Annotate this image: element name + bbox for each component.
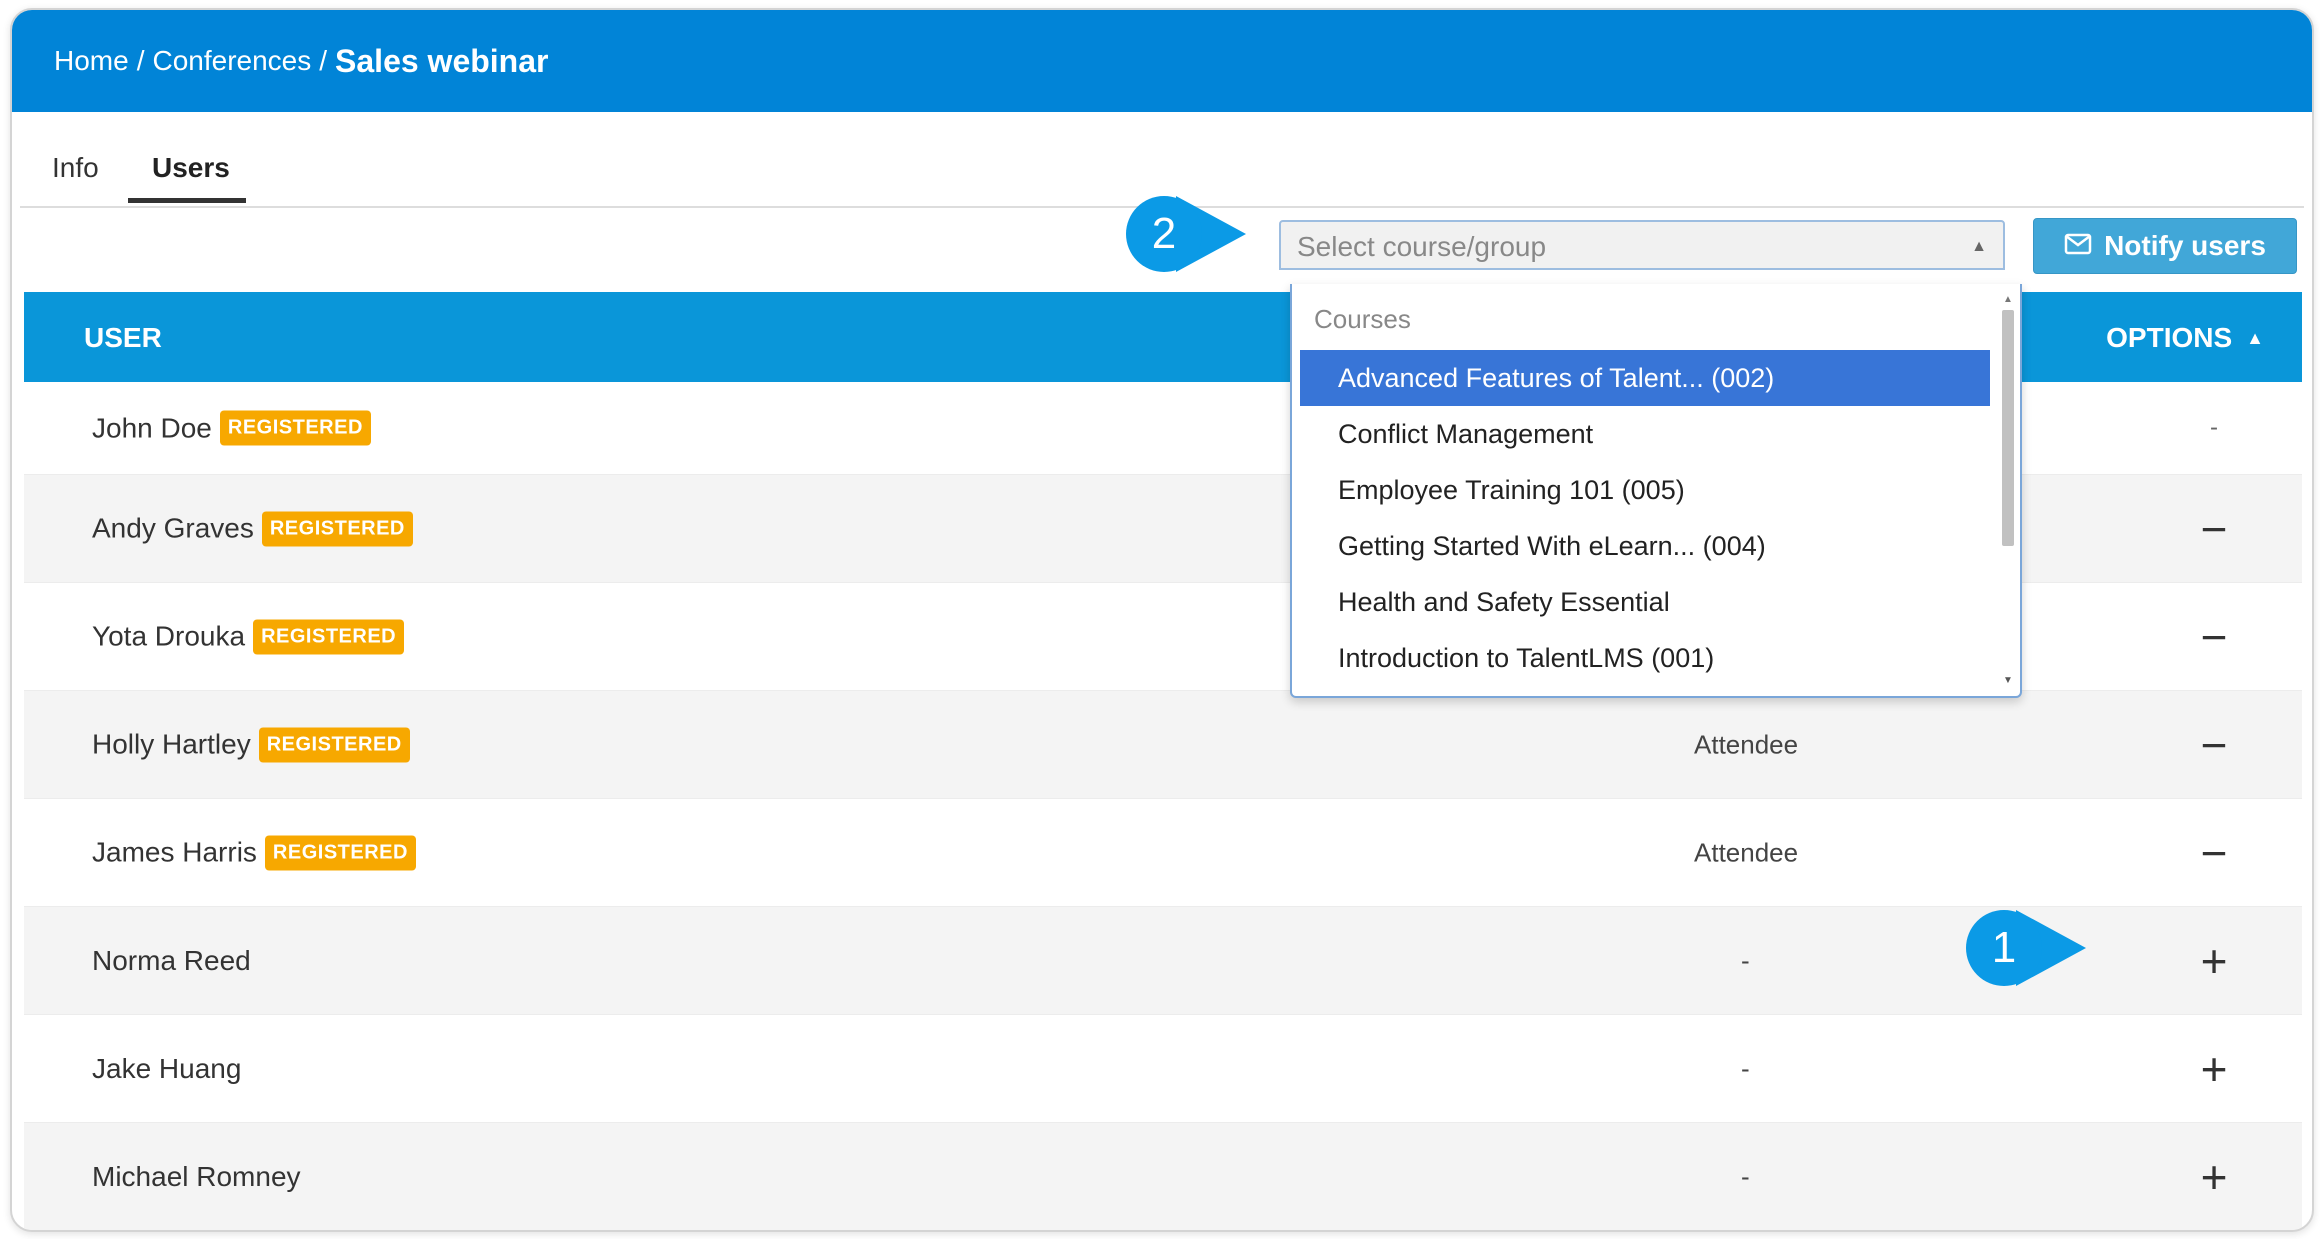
user-name[interactable]: Andy Graves (92, 513, 254, 545)
sort-up-icon: ▲ (2246, 327, 2264, 348)
table-row: Norma Reed - + (24, 907, 2302, 1015)
user-name[interactable]: Michael Romney (92, 1161, 301, 1193)
callout-marker-1: 1 (1966, 910, 2086, 986)
scroll-up-icon[interactable]: ▲ (2003, 294, 2013, 305)
user-name-cell: Andy Graves REGISTERED (92, 511, 413, 546)
remove-user-icon[interactable]: − (2194, 830, 2234, 876)
table-row: Jake Huang - + (24, 1015, 2302, 1123)
tab-bar: Info Users (20, 112, 2304, 208)
column-header-user[interactable]: USER (84, 322, 162, 354)
scrollbar-thumb[interactable] (2002, 310, 2014, 546)
callout-marker-2: 2 (1126, 196, 1246, 272)
scroll-down-icon[interactable]: ▼ (2003, 675, 2013, 686)
options-label: OPTIONS (2106, 322, 2233, 353)
remove-user-icon[interactable]: − (2194, 506, 2234, 552)
dropdown-options: Advanced Features of Talent... (002) Con… (1300, 350, 1990, 686)
course-group-select[interactable]: Select course/group ▲ (1279, 220, 2005, 270)
breadcrumb-home[interactable]: Home (54, 45, 129, 77)
breadcrumb-separator: / (136, 45, 145, 76)
user-role: - (1741, 945, 1750, 975)
select-placeholder: Select course/group (1297, 231, 1547, 262)
user-name[interactable]: Holly Hartley (92, 729, 251, 761)
envelope-icon (2064, 230, 2092, 262)
user-role: Attendee (1694, 837, 1799, 867)
registered-badge: REGISTERED (261, 511, 413, 546)
registered-badge: REGISTERED (264, 835, 416, 870)
tab-users[interactable]: Users (152, 152, 230, 184)
dropdown-option[interactable]: Conflict Management (1300, 406, 1990, 462)
add-user-icon[interactable]: + (2194, 1046, 2234, 1092)
user-name[interactable]: John Doe (92, 412, 212, 444)
user-name[interactable]: James Harris (92, 837, 257, 869)
callout-number: 2 (1126, 196, 1202, 272)
breadcrumb-separator: / (319, 45, 328, 76)
table-row: Michael Romney - + (24, 1123, 2302, 1230)
table-row: Holly Hartley REGISTERED Attendee − (24, 691, 2302, 799)
user-role: - (1741, 1161, 1750, 1191)
column-header-options[interactable]: OPTIONS ▲ (2106, 322, 2264, 354)
active-tab-indicator (128, 198, 246, 203)
course-group-dropdown: Courses Advanced Features of Talent... (… (1290, 284, 2022, 698)
notify-users-button[interactable]: Notify users (2033, 218, 2297, 274)
remove-user-icon[interactable]: − (2194, 614, 2234, 660)
page-title: Sales webinar (335, 42, 549, 79)
dropdown-option[interactable]: Employee Training 101 (005) (1300, 462, 1990, 518)
table-row: James Harris REGISTERED Attendee − (24, 799, 2302, 907)
dropdown-option[interactable]: Advanced Features of Talent... (002) (1300, 350, 1990, 406)
user-name[interactable]: Norma Reed (92, 945, 251, 977)
user-name-cell: Norma Reed (92, 945, 251, 977)
notify-users-label: Notify users (2104, 230, 2266, 261)
add-user-icon[interactable]: + (2194, 938, 2234, 984)
user-name[interactable]: Jake Huang (92, 1053, 241, 1085)
dropdown-option[interactable]: Health and Safety Essential (1300, 574, 1990, 630)
user-name-cell: Jake Huang (92, 1053, 241, 1085)
top-bar: Home / Conferences / Sales webinar (12, 10, 2312, 112)
user-name-cell: John Doe REGISTERED (92, 410, 371, 446)
dropdown-option[interactable]: Introduction to TalentLMS (001) (1300, 630, 1990, 686)
app-window: Home / Conferences / Sales webinar Info … (10, 8, 2314, 1232)
user-name-cell: Yota Drouka REGISTERED (92, 619, 405, 654)
registered-badge: REGISTERED (253, 619, 405, 654)
dropdown-option[interactable]: Getting Started With eLearn... (004) (1300, 518, 1990, 574)
user-role: - (1741, 1053, 1750, 1083)
registered-badge: REGISTERED (219, 410, 371, 446)
callout-number: 1 (1966, 910, 2042, 986)
user-name[interactable]: Yota Drouka (92, 621, 245, 653)
dropdown-group-label: Courses (1314, 304, 1411, 334)
breadcrumb-conferences[interactable]: Conferences (152, 45, 311, 77)
remove-user-icon[interactable]: − (2194, 722, 2234, 768)
user-role: Attendee (1694, 729, 1799, 759)
registered-badge: REGISTERED (258, 727, 410, 762)
option-none: - (2210, 414, 2218, 441)
dropdown-scrollbar[interactable]: ▲ ▼ (2000, 292, 2016, 688)
caret-up-icon: ▲ (1971, 238, 1987, 255)
user-name-cell: Michael Romney (92, 1161, 301, 1193)
tab-info[interactable]: Info (52, 152, 99, 184)
user-name-cell: James Harris REGISTERED (92, 835, 416, 870)
add-user-icon[interactable]: + (2194, 1154, 2234, 1200)
user-name-cell: Holly Hartley REGISTERED (92, 727, 410, 762)
